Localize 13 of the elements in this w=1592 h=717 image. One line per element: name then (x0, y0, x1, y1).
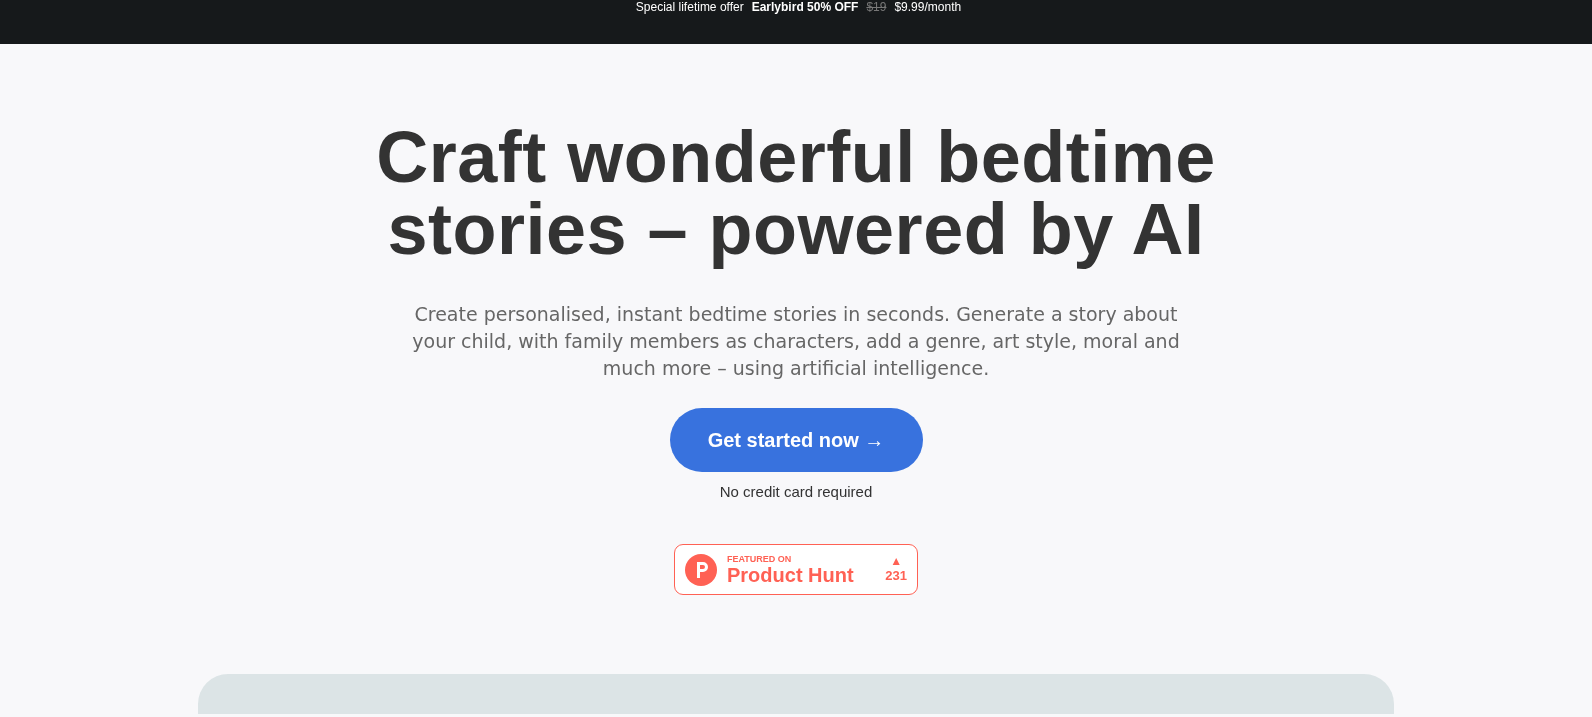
no-credit-card-note: No credit card required (719, 483, 873, 500)
product-hunt-badge[interactable]: FEATURED ON Product Hunt ▲ 231 (674, 544, 918, 595)
hero-subtitle: Create personalised, instant bedtime stories in seconds. Generate a story about your child, with family members as characters, add a genre, art style, moral and much more – using artificial intelligence. (411, 302, 1181, 381)
get-started-button[interactable]: Get started now → (669, 408, 923, 472)
upvote-icon: ▲ (890, 555, 903, 568)
new-price: $9.99/month (894, 0, 962, 14)
product-hunt-logo-icon (685, 553, 717, 586)
product-name: Product Hunt (727, 563, 855, 586)
promo-offer: Earlybird 50% OFF (751, 0, 859, 14)
upvote-count: 231 (885, 568, 907, 584)
promo-label: Special lifetime offer (635, 0, 744, 14)
featured-label: FEATURED ON (727, 553, 793, 564)
old-price: $19 (866, 0, 887, 14)
